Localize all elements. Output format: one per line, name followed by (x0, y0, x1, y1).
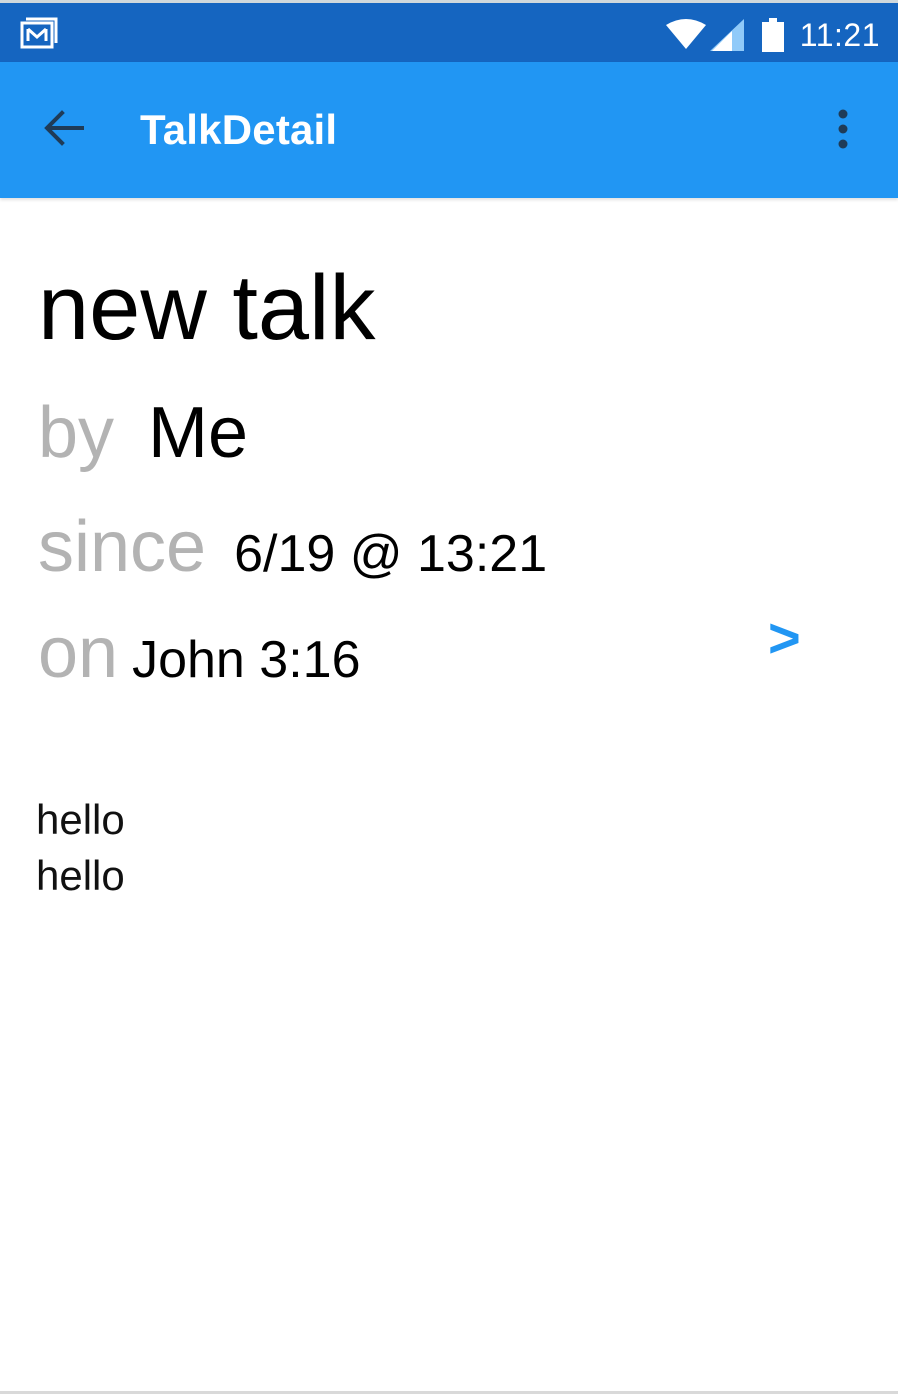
open-verse-button[interactable]: > (768, 610, 801, 666)
since-value: 6/19 @ 13:21 (234, 525, 548, 583)
talk-body: hello hello (36, 792, 125, 904)
arrow-back-icon (44, 110, 84, 146)
on-row: on John 3:16 (38, 612, 361, 694)
overflow-menu-button[interactable] (818, 98, 868, 160)
back-button[interactable] (34, 98, 94, 158)
status-clock: 11:21 (799, 16, 880, 53)
since-row: since 6/19 @ 13:21 (38, 506, 547, 588)
since-label: since (38, 507, 207, 587)
verse-reference: John 3:16 (132, 631, 361, 689)
battery-icon (761, 18, 784, 52)
by-label: by (38, 393, 115, 473)
body-line: hello (36, 796, 125, 843)
status-icons: 11:21 (665, 13, 880, 57)
body-line: hello (36, 852, 125, 899)
app-bar: TalkDetail (0, 62, 898, 198)
author-row: by Me (38, 392, 248, 474)
app-bar-title: TalkDetail (140, 106, 338, 153)
author-value: Me (148, 393, 249, 473)
status-bar: 11:21 (0, 0, 898, 62)
on-label: on (38, 613, 119, 693)
signal-icon (709, 19, 744, 51)
gmail-icon (20, 17, 58, 49)
wifi-icon (665, 19, 706, 49)
more-vert-icon (838, 109, 848, 149)
talk-title: new talk (38, 257, 376, 359)
